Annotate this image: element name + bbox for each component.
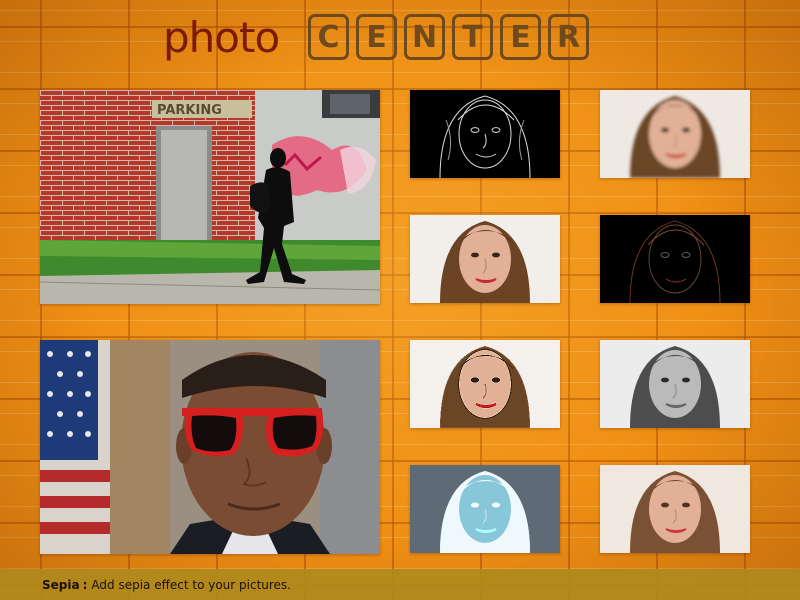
status-description: Add sepia effect to your pictures. [91,577,291,592]
blur-picture [600,90,750,178]
logo-letter-box: C [308,14,349,60]
logo-letter-box: E [356,14,397,60]
logo-prefix: photo [163,13,280,62]
parking-wall-picture: PARKING [40,90,380,304]
sharpen-picture [410,340,560,428]
effect-thumbnail-grayscale[interactable] [600,340,750,428]
sepia-picture [600,465,750,553]
effect-thumbnail-sharpen[interactable] [410,340,560,428]
original-picture [410,215,560,303]
effect-thumbnail-blur[interactable] [600,90,750,178]
logo-letter-box: T [452,14,493,60]
status-separator: : [82,577,88,592]
logo-letter-box: E [500,14,541,60]
parking-sign-text: PARKING [157,103,222,118]
effect-thumbnail-sepia[interactable] [600,465,750,553]
app-logo: photo C E N T E R [0,0,800,80]
logo-letter-boxes: C E N T E R [308,14,589,60]
effect-thumbnail-invert[interactable] [410,465,560,553]
photo-tile-sunglasses-portrait[interactable] [40,340,380,554]
photo-tile-parking-wall[interactable]: PARKING [40,90,380,304]
edge-detect-picture [410,90,560,178]
effect-thumbnail-color-edge[interactable] [600,215,750,303]
grayscale-picture [600,340,750,428]
sunglasses-portrait-picture [40,340,380,554]
logo-letter-box: R [548,14,589,60]
effect-thumbnail-edge-detect[interactable] [410,90,560,178]
effect-thumbnail-original[interactable] [410,215,560,303]
status-effect-name: Sepia [42,577,80,592]
status-bar: Sepia : Add sepia effect to your picture… [0,569,800,600]
color-edge-picture [600,215,750,303]
invert-picture [410,465,560,553]
logo-letter-box: N [404,14,445,60]
